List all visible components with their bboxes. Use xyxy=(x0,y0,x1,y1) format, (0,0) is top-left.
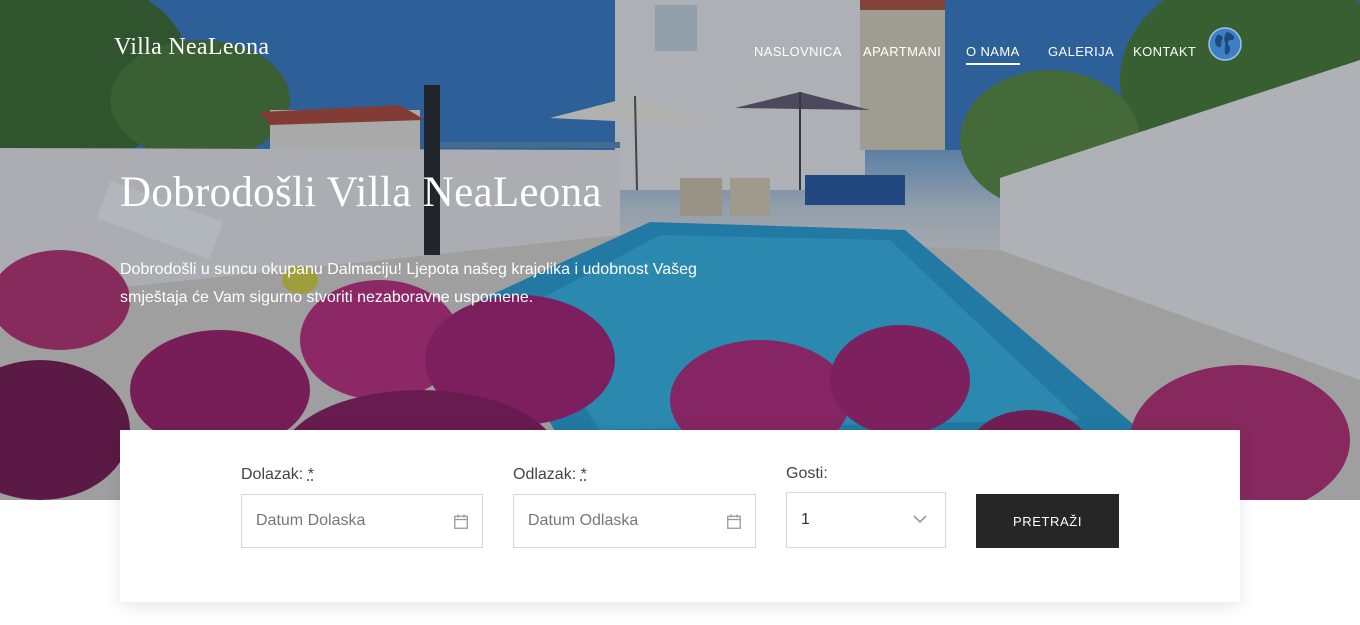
globe-icon[interactable] xyxy=(1207,26,1243,62)
guests-value: 1 xyxy=(801,511,810,528)
chevron-down-icon xyxy=(913,515,927,524)
departure-label: Odlazak: * xyxy=(513,466,587,484)
guests-select[interactable]: 1 xyxy=(786,492,946,548)
hero-overlay xyxy=(0,0,1360,500)
departure-placeholder: Datum Odlaska xyxy=(528,512,639,529)
departure-date-input[interactable]: Datum Odlaska xyxy=(513,494,756,548)
nav-item-o-nama[interactable]: O NAMA xyxy=(966,44,1020,65)
hero-banner: Villa NeaLeona NASLOVNICA APARTMANI O NA… xyxy=(0,0,1360,500)
nav-item-apartmani[interactable]: APARTMANI xyxy=(863,44,941,59)
nav-item-galerija[interactable]: GALERIJA xyxy=(1048,44,1114,59)
calendar-icon xyxy=(727,514,741,529)
arrival-label-text: Dolazak: xyxy=(241,466,304,483)
hero-title: Dobrodošli Villa NeaLeona xyxy=(120,169,602,216)
required-mark: * xyxy=(580,466,587,483)
calendar-icon xyxy=(454,514,468,529)
guests-label: Gosti: xyxy=(786,465,828,482)
nav-item-kontakt[interactable]: KONTAKT xyxy=(1133,44,1196,59)
arrival-label: Dolazak: * xyxy=(241,466,314,484)
arrival-date-input[interactable]: Datum Dolaska xyxy=(241,494,483,548)
nav-item-naslovnica[interactable]: NASLOVNICA xyxy=(754,44,842,59)
required-mark: * xyxy=(307,466,314,483)
booking-search-form: Dolazak: * Datum Dolaska Odlazak: * Datu… xyxy=(120,430,1240,602)
departure-label-text: Odlazak: xyxy=(513,466,577,483)
hero-description: Dobrodošli u suncu okupanu Dalmaciju! Lj… xyxy=(120,261,697,306)
search-button[interactable]: PRETRAŽI xyxy=(976,494,1119,548)
arrival-placeholder: Datum Dolaska xyxy=(256,512,366,529)
main-navigation: NASLOVNICA APARTMANI O NAMA GALERIJA KON… xyxy=(0,44,1360,65)
